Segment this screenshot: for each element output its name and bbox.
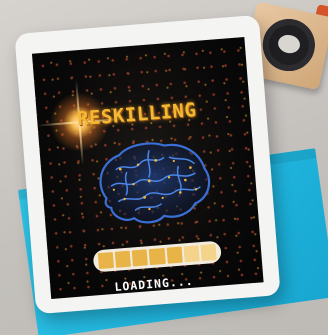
progress-segment bbox=[183, 245, 200, 263]
brain-icon bbox=[99, 142, 211, 224]
progress-segment bbox=[97, 251, 115, 270]
tablet-device: RESKILLING LOADING... bbox=[14, 14, 281, 315]
progress-segment bbox=[131, 249, 149, 267]
progress-segment bbox=[200, 243, 217, 262]
progress-segment bbox=[114, 250, 132, 268]
progress-segment bbox=[166, 246, 183, 264]
progress-segment bbox=[149, 247, 166, 266]
tablet-screen: RESKILLING LOADING... bbox=[31, 37, 264, 299]
